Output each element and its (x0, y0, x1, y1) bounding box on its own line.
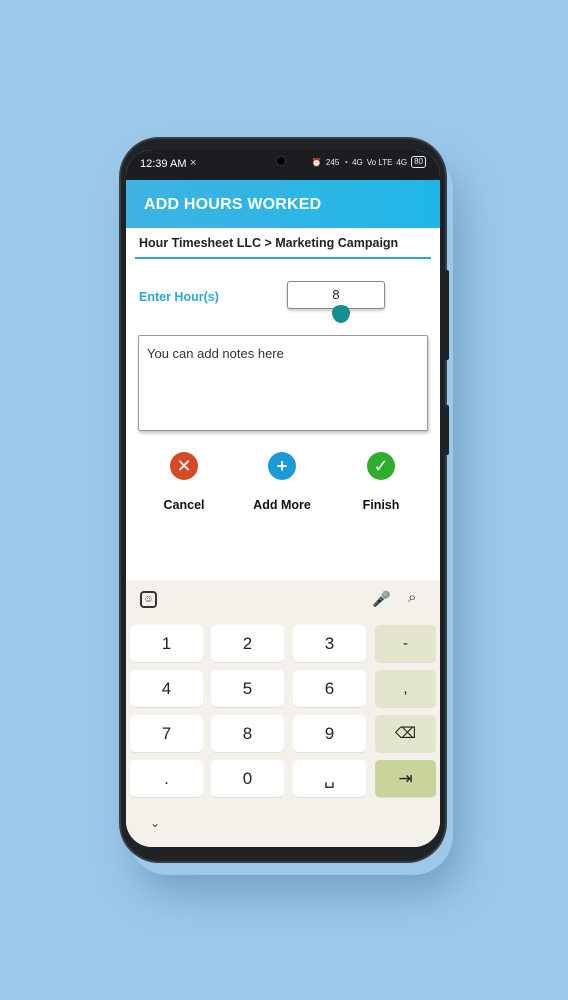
phone-screen: 12:39 AM × ⏰ 245 ◔ 4G Vo LTE 4G 80 ADD H… (126, 150, 440, 847)
breadcrumb: Hour Timesheet LLC > Marketing Campaign (139, 236, 399, 250)
keyboard-toolbar: ☺ 🎤 ⌕ (126, 580, 440, 618)
alarm-icon: ⏰ (311, 157, 322, 167)
next-key[interactable]: ⇥ (375, 760, 436, 797)
add-more-button[interactable]: + Add More (237, 452, 327, 512)
volume-button (445, 405, 449, 455)
finish-button[interactable]: ✓ Finish (336, 452, 426, 512)
battery-icon: 80 (411, 156, 426, 168)
key-minus[interactable]: - (375, 625, 436, 662)
key-comma[interactable]: , (375, 670, 436, 707)
wifi-icon: ◔ (343, 157, 349, 167)
cancel-button[interactable]: ✕ Cancel (139, 452, 229, 512)
search-icon[interactable]: ⌕ (408, 589, 416, 606)
status-bar: 12:39 AM × ⏰ 245 ◔ 4G Vo LTE 4G 80 (126, 150, 440, 180)
check-icon: ✓ (367, 452, 395, 480)
add-more-label: Add More (253, 498, 311, 512)
key-1[interactable]: 1 (130, 625, 203, 662)
volte-icon: Vo LTE (366, 157, 393, 167)
hours-label: Enter Hour(s) (139, 290, 219, 304)
key-3[interactable]: 3 (293, 625, 366, 662)
key-4[interactable]: 4 (130, 670, 203, 707)
app-bar: ADD HOURS WORKED (126, 180, 440, 228)
plus-icon: + (268, 452, 296, 480)
microphone-icon[interactable]: 🎤 (372, 590, 391, 608)
backspace-key[interactable]: ⌫ (375, 715, 436, 752)
text-cursor-handle[interactable] (332, 305, 350, 323)
key-6[interactable]: 6 (293, 670, 366, 707)
key-2[interactable]: 2 (211, 625, 284, 662)
key-period[interactable]: . (130, 760, 203, 797)
key-8[interactable]: 8 (211, 715, 284, 752)
camera-cutout (276, 156, 286, 166)
breadcrumb-divider (135, 257, 431, 259)
cancel-icon: ✕ (170, 452, 198, 480)
finish-label: Finish (362, 498, 400, 512)
key-7[interactable]: 7 (130, 715, 203, 752)
key-0[interactable]: 0 (211, 760, 284, 797)
space-key[interactable]: ␣ (293, 760, 366, 797)
numeric-keyboard: ☺ 🎤 ⌕ 1 2 3 - 4 5 6 , 7 8 9 ⌫ . 0 ␣ ⇥ ⌄ (126, 580, 440, 847)
net-speed: 245 (325, 157, 340, 167)
collapse-keyboard-icon[interactable]: ⌄ (150, 816, 160, 830)
power-button (445, 270, 449, 360)
notification-close-icon: × (190, 157, 197, 169)
status-time: 12:39 AM (140, 158, 187, 170)
key-9[interactable]: 9 (293, 715, 366, 752)
page-title: ADD HOURS WORKED (144, 196, 322, 213)
notes-field[interactable] (138, 335, 428, 431)
key-5[interactable]: 5 (211, 670, 284, 707)
emoji-icon[interactable]: ☺ (140, 591, 157, 608)
signal-4g-icon: 4G (352, 157, 363, 167)
status-icons: ⏰ 245 ◔ 4G Vo LTE 4G 80 (312, 156, 426, 168)
cancel-label: Cancel (163, 498, 205, 512)
signal-4g-icon-2: 4G (396, 157, 408, 167)
